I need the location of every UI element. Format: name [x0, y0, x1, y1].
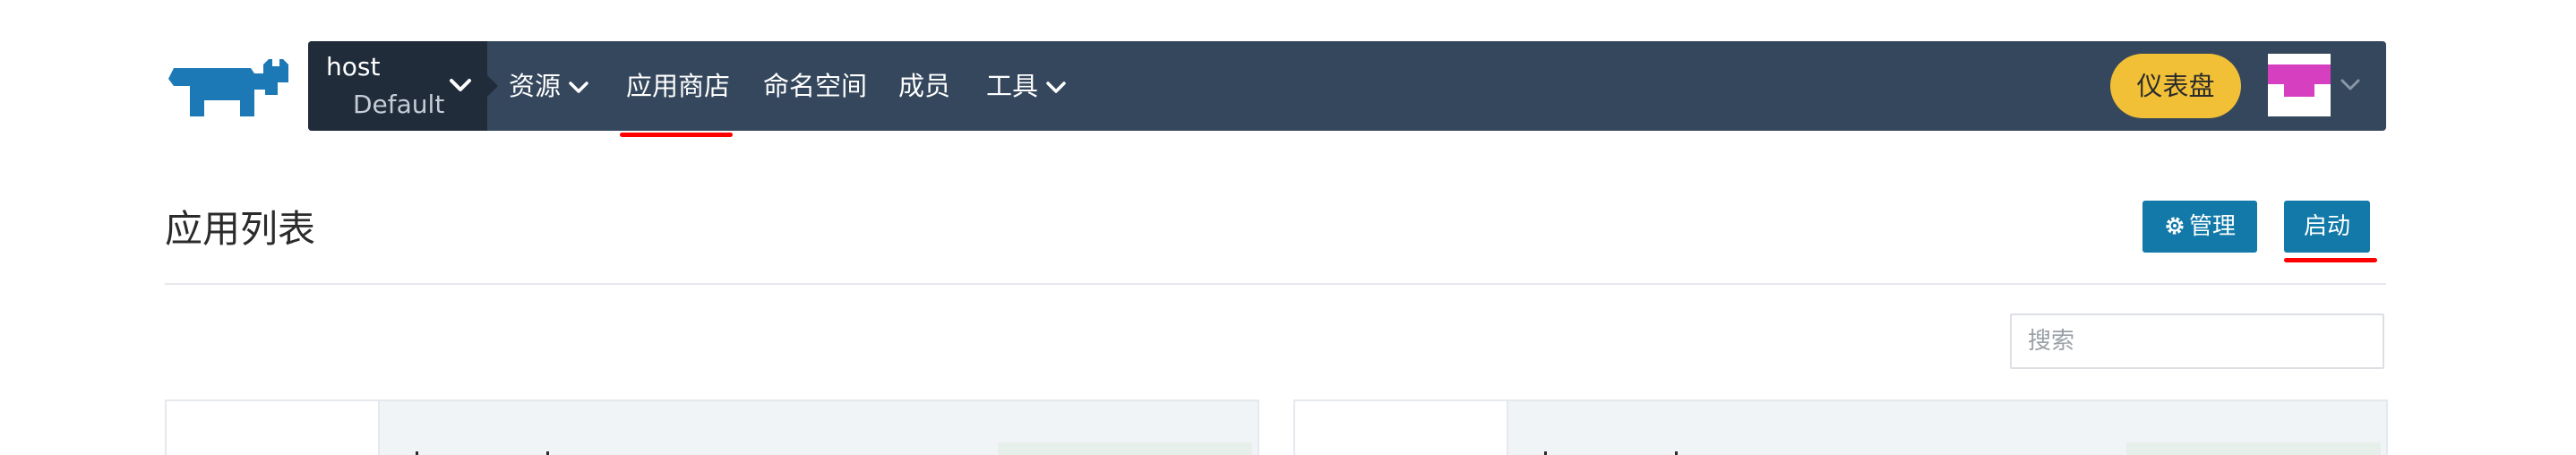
app-frame: host Default 资源 应用商店 命名空间 成员 工具 仪表盘 应用列表…: [0, 0, 2576, 455]
chevron-down-icon[interactable]: [2340, 77, 2361, 93]
nav-item-namespaces[interactable]: 命名空间: [763, 41, 867, 131]
page-title: 应用列表: [165, 207, 316, 251]
launch-button[interactable]: 启动: [2284, 201, 2370, 253]
catalog-app-card[interactable]: [1293, 399, 2388, 455]
card-tag: [998, 442, 1252, 455]
project-name: Default: [353, 90, 445, 119]
card-body: [1507, 401, 2386, 455]
environment-switcher[interactable]: host Default: [308, 41, 498, 131]
nav-item-label: 应用商店: [626, 71, 731, 101]
nav-item-label: 工具: [986, 71, 1039, 101]
chevron-down-icon: [569, 82, 588, 93]
chevron-down-icon: [450, 79, 471, 91]
card-text-fragment: [546, 451, 549, 455]
avatar-pixel: [2268, 64, 2331, 84]
nav-item-label: 资源: [509, 71, 562, 101]
card-text-fragment: [1544, 451, 1547, 455]
annotation-underline: [2284, 258, 2377, 262]
rancher-logo[interactable]: [165, 56, 290, 120]
header-divider: [165, 283, 2386, 285]
card-body: [378, 401, 1258, 455]
nav-item-label: 命名空间: [763, 71, 868, 101]
nav-item-resources[interactable]: 资源: [509, 41, 589, 131]
card-text-fragment: [1675, 451, 1678, 455]
dashboard-button[interactable]: 仪表盘: [2110, 54, 2241, 118]
manage-button[interactable]: 管理: [2142, 201, 2257, 253]
avatar-pixel: [2268, 97, 2331, 116]
top-navbar: host Default 资源 应用商店 命名空间 成员 工具 仪表盘: [308, 41, 2386, 131]
avatar-pixel: [2284, 84, 2314, 97]
search-input[interactable]: [2010, 313, 2384, 369]
cluster-name: host: [326, 52, 381, 82]
nav-item-catalog-apps[interactable]: 应用商店: [626, 41, 730, 131]
catalog-app-card[interactable]: [165, 399, 1259, 455]
nav-item-members[interactable]: 成员: [898, 41, 950, 131]
annotation-underline: [620, 133, 733, 137]
chevron-down-icon: [1046, 82, 1066, 93]
manage-button-label: 管理: [2188, 213, 2236, 240]
nav-item-label: 成员: [898, 71, 951, 101]
card-text-fragment: [416, 451, 418, 455]
gear-icon: [2166, 216, 2184, 235]
card-tag: [2126, 442, 2381, 455]
nav-item-tools[interactable]: 工具: [986, 41, 1067, 131]
user-avatar[interactable]: [2268, 54, 2331, 116]
